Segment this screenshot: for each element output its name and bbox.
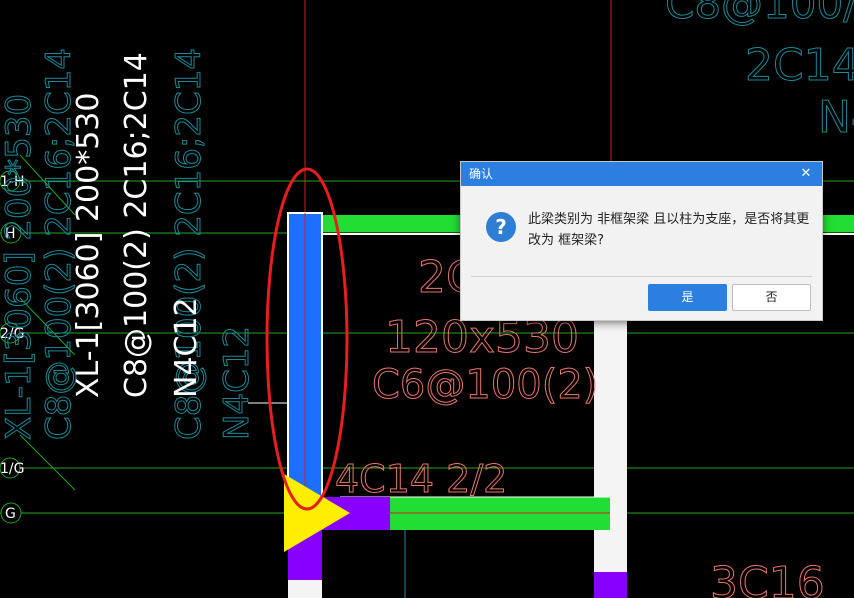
close-icon[interactable]: ✕ bbox=[798, 162, 814, 186]
top-right-annotation: C8@100/20 2C14;3 N4 bbox=[665, 0, 854, 144]
bottom-right-annotation: 3C16 bbox=[710, 558, 825, 598]
svg-text:2C14;3: 2C14;3 bbox=[745, 40, 854, 91]
svg-text:N4C12: N4C12 bbox=[217, 326, 257, 440]
yes-button[interactable]: 是 bbox=[648, 284, 727, 311]
beam-annotation-line2: C8@100(2) 2C16;2C14 bbox=[119, 52, 154, 398]
svg-text:4C14 2/2: 4C14 2/2 bbox=[335, 457, 507, 501]
dialog-divider bbox=[471, 276, 812, 277]
beam-annotation-line3: N4C12 bbox=[169, 297, 204, 398]
dialog-message: 此梁类别为 非框架梁 且以柱为支座，是否将其更改为 框架梁? bbox=[528, 212, 810, 248]
no-button[interactable]: 否 bbox=[732, 284, 811, 311]
confirm-dialog: 确认 ✕ ? 此梁类别为 非框架梁 且以柱为支座，是否将其更改为 框架梁? 是 … bbox=[460, 161, 823, 321]
question-icon: ? bbox=[486, 212, 516, 242]
purple-block-right bbox=[594, 572, 627, 598]
dialog-title: 确认 bbox=[469, 167, 494, 181]
svg-text:C8@100/20: C8@100/20 bbox=[665, 0, 854, 28]
white-column-right bbox=[594, 300, 627, 598]
axis-label-g: G bbox=[5, 506, 16, 522]
dialog-titlebar[interactable]: 确认 ✕ bbox=[461, 162, 822, 186]
axis-label-1g: 1/G bbox=[0, 461, 24, 477]
svg-text:XL-1[3060] 200*530: XL-1[3060] 200*530 bbox=[0, 94, 39, 440]
svg-text:N4: N4 bbox=[818, 92, 854, 143]
beam-annotation-line1: XL-1[3060] 200*530 bbox=[71, 93, 106, 398]
svg-text:C6@100(2): C6@100(2) bbox=[372, 362, 598, 408]
